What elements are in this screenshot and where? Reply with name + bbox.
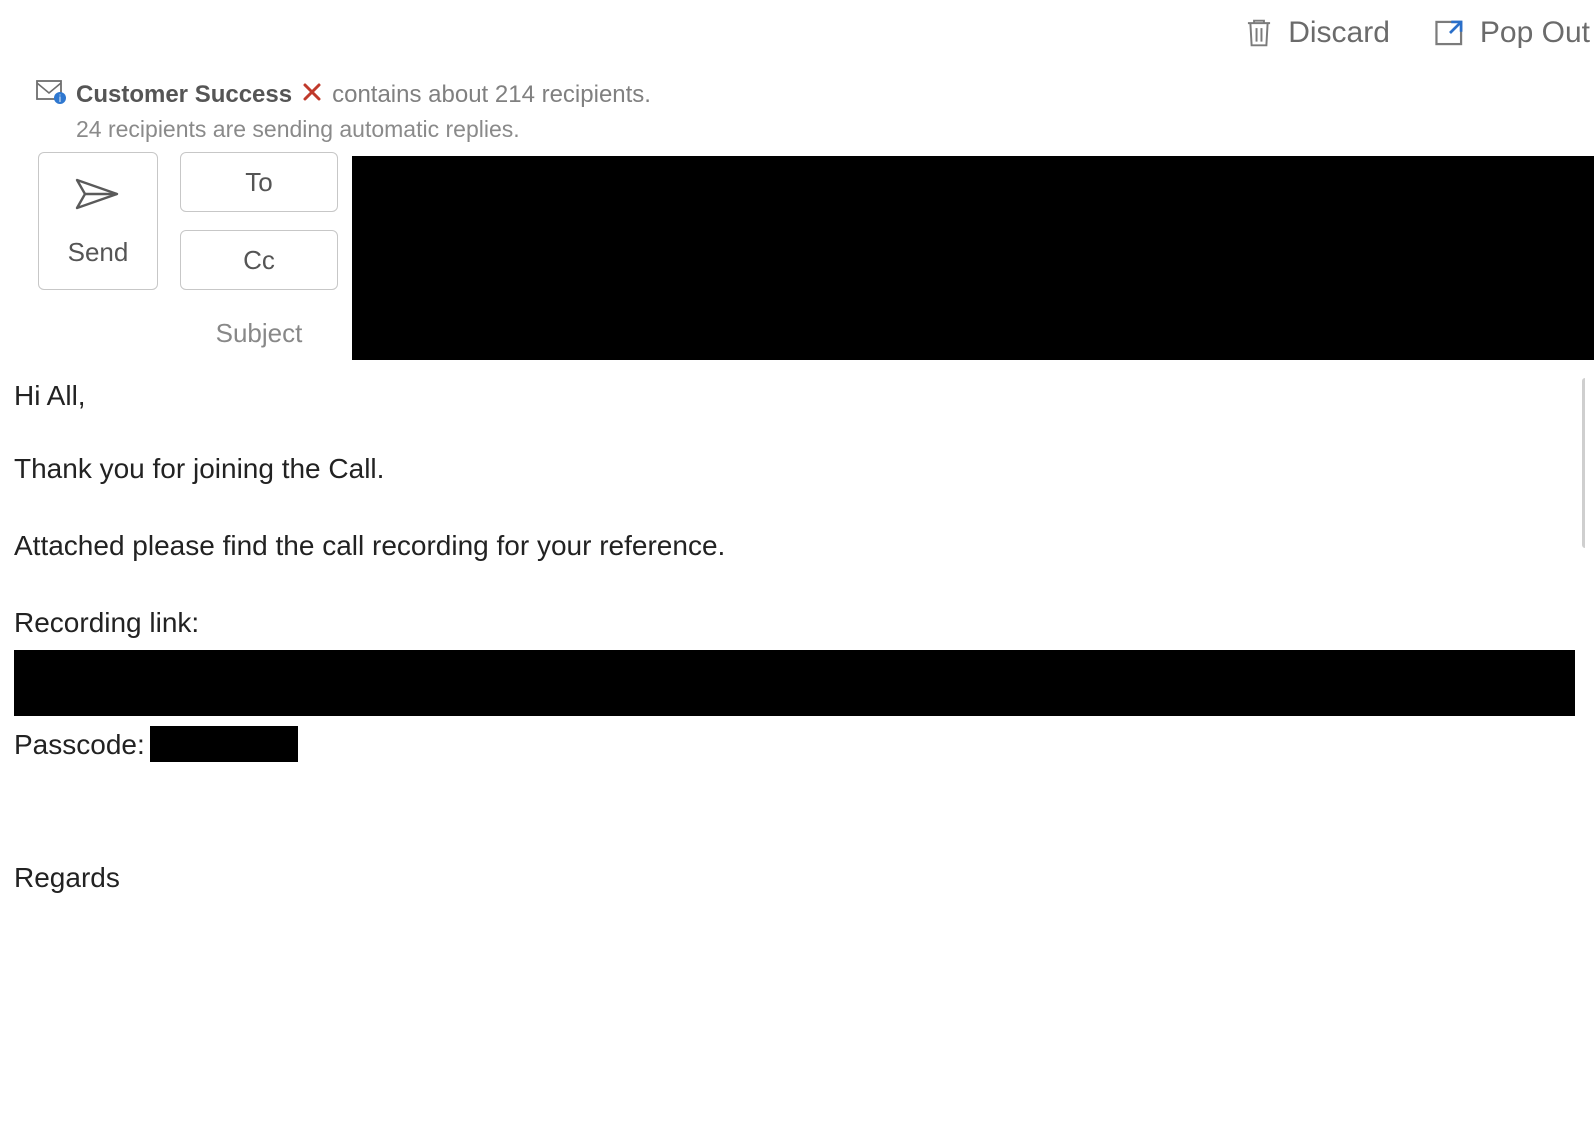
cc-button[interactable]: Cc (180, 230, 338, 290)
body-line-1: Thank you for joining the Call. (14, 451, 1585, 486)
send-button[interactable]: Send (38, 152, 158, 290)
popout-icon (1434, 18, 1466, 48)
to-label: To (245, 167, 272, 198)
passcode-label: Passcode: (14, 727, 145, 762)
send-icon (73, 174, 123, 219)
popout-button[interactable]: Pop Out (1434, 16, 1590, 50)
message-body[interactable]: Hi All, Thank you for joining the Call. … (14, 378, 1585, 1134)
remove-group-icon[interactable] (302, 81, 322, 109)
redacted-passcode (150, 726, 298, 762)
command-bar-right: Discard Pop Out (1244, 16, 1594, 50)
body-line-2: Attached please find the call recording … (14, 528, 1585, 563)
trash-icon (1244, 17, 1274, 49)
body-greeting: Hi All, (14, 378, 1585, 413)
popout-label: Pop Out (1480, 16, 1590, 50)
scrollbar-thumb[interactable] (1582, 378, 1585, 548)
recording-link-label: Recording link: (14, 605, 1585, 640)
command-bar: Discard Pop Out (0, 0, 1594, 72)
subject-label: Subject (180, 318, 338, 349)
svg-text:i: i (59, 94, 61, 104)
redacted-recording-link[interactable] (14, 650, 1575, 716)
recipients-summary-row: i Customer Success contains about 214 re… (36, 78, 651, 111)
discard-label: Discard (1288, 16, 1390, 50)
mailtip-icon: i (36, 78, 66, 111)
to-button[interactable]: To (180, 152, 338, 212)
auto-reply-notice: 24 recipients are sending automatic repl… (76, 116, 520, 143)
cc-label: Cc (243, 245, 275, 276)
send-label: Send (68, 237, 129, 268)
redacted-recipient-fields[interactable] (352, 156, 1594, 360)
recipient-group-name: Customer Success (76, 81, 292, 109)
discard-button[interactable]: Discard (1244, 16, 1390, 50)
recipients-summary-suffix: contains about 214 recipients. (332, 81, 651, 109)
body-signoff: Regards (14, 860, 1585, 895)
